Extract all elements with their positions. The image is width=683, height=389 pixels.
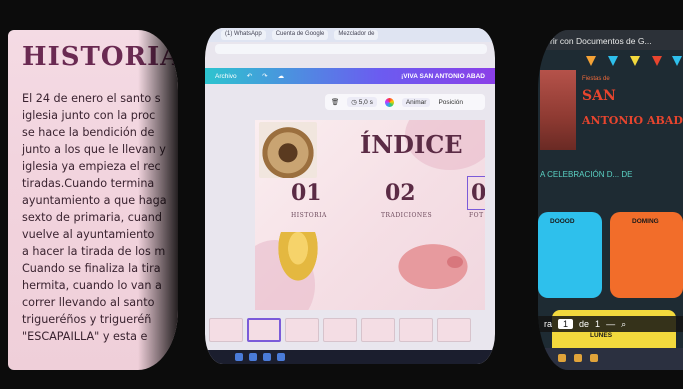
pig-illustration[interactable] [397, 238, 477, 290]
day-card-title: LUNES [590, 332, 613, 339]
celebration-subtitle: A CELEBRACIÓN D... DE [540, 170, 633, 179]
animate-button[interactable]: Animar [401, 97, 431, 107]
slide-thumbnail[interactable] [361, 318, 395, 342]
document-line: iglesia junto con la proc [22, 109, 156, 122]
index-label[interactable]: HISTORIA [291, 212, 327, 219]
document-line: vuelve al ayuntamiento [22, 228, 155, 241]
slide-thumbnails [205, 318, 495, 346]
slide-thumbnail[interactable] [399, 318, 433, 342]
editor-screen-panel: (1) WhatsApp Cuenta de Google Mezclador … [205, 28, 495, 364]
document-line: trigueréños y trigueréñ [22, 313, 152, 326]
document-line: "ESCAPAILLA" y esta e [22, 330, 148, 343]
pager-prefix: ra [544, 319, 553, 329]
flag-icon [608, 56, 618, 66]
pager-of-label: de [579, 319, 590, 329]
bread-photo[interactable] [259, 122, 317, 178]
pig-snout [447, 256, 463, 268]
address-bar[interactable] [215, 44, 487, 54]
undo-icon[interactable]: ↶ [247, 72, 252, 80]
trash-icon[interactable]: 🗑 [331, 98, 339, 106]
editor-top-bar: Archivo ↶ ↷ ☁ ¡VIVA SAN ANTONIO ABAD [205, 68, 495, 84]
document-line: sexto de primaria, cuand [22, 211, 162, 224]
slide-thumbnail-active[interactable] [247, 318, 281, 342]
index-label[interactable]: FOT [469, 212, 484, 219]
selection-box[interactable] [467, 176, 485, 210]
document-line: junto a los que le llevan y [22, 143, 166, 156]
day-card-orange: DOMING [610, 212, 683, 298]
slide-thumbnail[interactable] [285, 318, 319, 342]
festival-title-san: SAN [582, 88, 616, 104]
slide-thumbnail[interactable] [437, 318, 471, 342]
festival-title-antonio: ANTONIO ABAD [582, 114, 683, 127]
slide-thumbnail[interactable] [209, 318, 243, 342]
festival-label: Fiestas de [582, 76, 610, 82]
duration-button[interactable]: ◷ 5,0 s [347, 97, 377, 107]
document-line: El 24 de enero el santo s [22, 92, 161, 105]
document-line: iglesia ya empieza el rec [22, 160, 161, 173]
document-line: se hace la bendición de [22, 126, 155, 139]
flag-icon [652, 56, 662, 66]
taskbar-app-icon[interactable] [263, 353, 271, 361]
browser-tab[interactable]: Cuenta de Google [271, 30, 329, 40]
day-card-title: DOOOD [550, 218, 575, 225]
flag-icon [672, 56, 682, 66]
document-line: ayuntamiento a que haga [22, 194, 167, 207]
zoom-out-icon[interactable]: — [606, 319, 615, 329]
church-photo [540, 70, 576, 150]
taskbar-app-icon[interactable] [558, 354, 566, 362]
document-line: a hacer la tirada de los m [22, 245, 166, 258]
position-button[interactable]: Posición [438, 99, 463, 106]
presentation-panel: rir con Documentos de G... Fiestas de SA… [538, 30, 683, 370]
photo-frame: HISTORIA El 24 de enero el santo s igles… [0, 0, 683, 389]
index-slide[interactable]: ÍNDICE 01 HISTORIA 02 TRADICIONES 0 FOT [255, 120, 485, 310]
browser-tab-strip: (1) WhatsApp Cuenta de Google Mezclador … [205, 28, 495, 42]
presentation-tab-bar: rir con Documentos de G... [538, 30, 683, 50]
flag-icon [630, 56, 640, 66]
taskbar [538, 348, 683, 370]
flag-icon [586, 56, 596, 66]
slide-title[interactable]: ÍNDICE [360, 130, 463, 159]
index-label[interactable]: TRADICIONES [381, 212, 432, 219]
presentation-tab-title[interactable]: rir con Documentos de G... [550, 36, 671, 46]
cloud-icon: ☁ [277, 73, 285, 80]
current-page-input[interactable]: 1 [558, 319, 574, 329]
pager-total: 1 [595, 319, 601, 329]
browser-tab[interactable]: (1) WhatsApp [221, 30, 266, 40]
file-menu[interactable]: Archivo [215, 73, 237, 80]
document-line: hermita, cuando lo van a [22, 279, 162, 292]
color-picker-icon[interactable] [384, 97, 394, 107]
bunting-flags [538, 56, 683, 70]
document-body: El 24 de enero el santo s iglesia junto … [22, 90, 178, 345]
document-line: correr llevando al santo [22, 296, 155, 309]
taskbar-app-icon[interactable] [249, 353, 257, 361]
taskbar-app-icon[interactable] [574, 354, 582, 362]
day-card-blue: DOOOD [538, 212, 602, 298]
taskbar-app-icon[interactable] [235, 353, 243, 361]
document-panel: HISTORIA El 24 de enero el santo s igles… [8, 30, 178, 370]
redo-icon[interactable]: ↷ [262, 72, 267, 80]
design-title[interactable]: ¡VIVA SAN ANTONIO ABAD [401, 73, 485, 80]
browser-tab[interactable]: Mezclador de [334, 30, 379, 40]
taskbar [205, 350, 495, 364]
slide-thumbnail[interactable] [323, 318, 357, 342]
document-title: HISTORIA [22, 42, 178, 72]
document-line: tiradas.Cuando termina [22, 177, 155, 190]
zoom-icon[interactable]: ⌕ [621, 319, 626, 330]
angel-illustration[interactable] [275, 232, 321, 286]
document-line: Cuando se finaliza la tira [22, 262, 161, 275]
element-toolbar: 🗑 ◷ 5,0 s Animar Posición [325, 94, 485, 110]
taskbar-app-icon[interactable] [277, 353, 285, 361]
taskbar-app-icon[interactable] [590, 354, 598, 362]
index-number[interactable]: 01 [291, 180, 322, 206]
page-navigator: ra 1 de 1 — ⌕ [538, 316, 683, 332]
index-number[interactable]: 02 [385, 180, 416, 206]
day-card-title: DOMING [632, 218, 659, 225]
duration-value: 5,0 s [358, 99, 373, 106]
